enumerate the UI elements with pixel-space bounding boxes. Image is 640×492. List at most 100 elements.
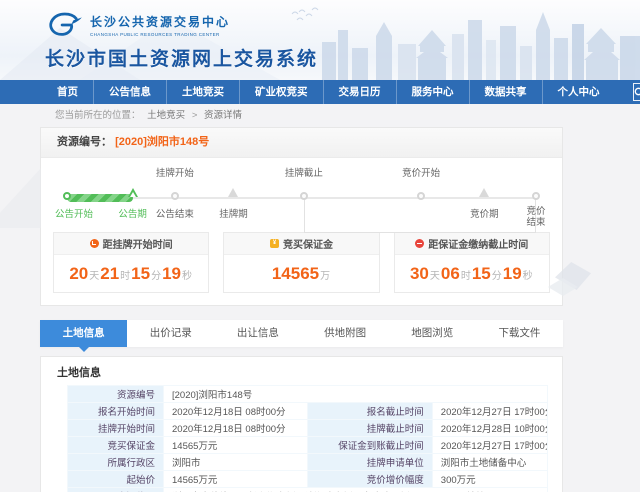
countdown-number: 15: [131, 264, 150, 284]
countdown-unit: 分: [151, 267, 161, 282]
nav-item-3[interactable]: 矿业权竞买: [239, 80, 323, 104]
center-name: 长沙公共资源交易中心: [90, 13, 230, 30]
resource-number-label: 资源编号：: [57, 136, 112, 148]
countdown-unit: 分: [492, 267, 502, 282]
breadcrumb-separator: >: [192, 110, 198, 121]
timeline-bracket: [304, 199, 536, 233]
tab-土地信息[interactable]: 土地信息: [40, 320, 127, 347]
clock-icon: [90, 239, 99, 248]
breadcrumb-section[interactable]: 土地竞买: [147, 110, 185, 121]
info-label-cell: 起始价: [68, 471, 164, 488]
info-value-cell: 300万元: [432, 471, 547, 488]
breadcrumb: 您当前所在的位置： 土地竞买 > 资源详情: [0, 104, 640, 127]
card-title-text: 竞买保证金: [283, 236, 333, 251]
countdown-number: 15: [472, 264, 491, 284]
countdown-number: 06: [441, 264, 460, 284]
timeline-bottom-label-3: 挂牌期: [219, 206, 248, 220]
info-label-cell: 竞买保证金: [68, 437, 164, 454]
circle-marker: [417, 192, 425, 200]
countdown-card-title-2: 距保证金缴纳截止时间: [395, 233, 549, 255]
countdown-card-title-1: ¥ 竞买保证金: [224, 233, 378, 255]
countdown-number: 14565: [272, 264, 319, 284]
table-row: 起始价14565万元竞价增价幅度300万元: [68, 471, 548, 488]
site-title: 长沙市国土资源网上交易系统: [45, 44, 318, 71]
resource-detail-panel: 资源编号： [2020]浏阳市148号 挂牌开始挂牌截止竞价开始公告开始公告期公…: [40, 127, 563, 306]
active-tab-notch: [79, 347, 89, 352]
nav-item-5[interactable]: 服务中心: [396, 80, 469, 104]
search-icon: [634, 87, 640, 98]
land-info-panel: 土地信息 资源编号[2020]浏阳市148号报名开始时间2020年12月18日 …: [40, 356, 563, 492]
land-info-heading: 土地信息: [41, 357, 562, 385]
countdown-number: 30: [410, 264, 429, 284]
info-label-cell: 挂牌开始时间: [68, 420, 164, 437]
timeline-top-label-1: 挂牌截止: [285, 165, 323, 179]
timeline-bottom-label-4: 竞价期: [470, 206, 499, 220]
countdown-unit: 时: [120, 267, 130, 282]
countdown-unit: 万: [320, 267, 330, 282]
info-label-cell: 所属行政区: [68, 454, 164, 471]
resource-number-value: [2020]浏阳市148号: [115, 136, 209, 148]
timeline-bottom-label-0: 公告开始: [55, 206, 93, 220]
nav-item-2[interactable]: 土地竞买: [166, 80, 239, 104]
breadcrumb-prefix: 您当前所在的位置：: [55, 110, 141, 121]
auction-timeline: 挂牌开始挂牌截止竞价开始公告开始公告期公告结束挂牌期竞价期竞价结束: [67, 158, 536, 230]
table-row: 报名开始时间2020年12月18日 08时00分报名截止时间2020年12月27…: [68, 403, 548, 420]
info-value-cell: 浏阳市土地储备中心: [432, 454, 547, 471]
center-name-en: CHANGSHA PUBLIC RESOURCES TRADING CENTER: [90, 32, 230, 37]
timeline-top-label-2: 竞价开始: [402, 165, 440, 179]
info-value-cell: 2020年12月27日 17时00分: [432, 403, 547, 420]
timeline-bottom-label-5: 竞价结束: [524, 206, 548, 228]
info-value-cell: 14565万元: [164, 471, 308, 488]
info-value-cell: 2020年12月28日 10时00分: [432, 420, 547, 437]
info-value-cell: 2020年12月18日 08时00分: [164, 420, 308, 437]
table-row: 竞买保证金14565万元保证金到账截止时间2020年12月27日 17时00分: [68, 437, 548, 454]
countdown-card-value-1: 14565万: [224, 255, 378, 292]
countdown-card-value-2: 30天06时15分19秒: [395, 255, 549, 292]
triangle-marker: [128, 188, 138, 197]
tab-出让信息[interactable]: 出让信息: [214, 320, 301, 347]
nav-item-1[interactable]: 公告信息: [93, 80, 166, 104]
info-value-cell: 14565万元: [164, 437, 308, 454]
nav-item-6[interactable]: 数据共享: [469, 80, 542, 104]
countdown-card-title-0: 距挂牌开始时间: [54, 233, 208, 255]
triangle-marker: [228, 188, 238, 197]
nav-item-0[interactable]: 首页: [42, 80, 93, 104]
countdown-unit: 天: [89, 267, 99, 282]
countdown-cards-row: 距挂牌开始时间20天21时15分19秒¥竞买保证金14565万距保证金缴纳截止时…: [53, 232, 550, 293]
nav-item-4[interactable]: 交易日历: [323, 80, 396, 104]
info-label-cell: 挂牌截止时间: [308, 420, 433, 437]
timeline-bottom-label-1: 公告期: [118, 206, 147, 220]
coin-icon: ¥: [270, 239, 279, 248]
main-nav: 首页公告信息土地竞买矿业权竞买交易日历服务中心数据共享个人中心: [0, 80, 640, 104]
circle-marker: [63, 192, 71, 200]
timeline-progress-bar: [67, 194, 133, 202]
countdown-number: 19: [503, 264, 522, 284]
countdown-number: 19: [162, 264, 181, 284]
trading-center-logo-icon: [45, 11, 83, 39]
info-label-cell: 保证金到账截止时间: [308, 437, 433, 454]
info-label-cell: 报名截止时间: [308, 403, 433, 420]
info-label-cell: 资源编号: [68, 386, 164, 403]
countdown-number: 20: [69, 264, 88, 284]
countdown-card-value-0: 20天21时15分19秒: [54, 255, 208, 292]
info-value-cell: 浏阳市占佳片区、长兴湖东侧、滨湖路南侧、李畋路西侧 (CX-0309-03地块): [164, 488, 548, 492]
info-value-cell: 浏阳市: [164, 454, 308, 471]
countdown-unit: 时: [461, 267, 471, 282]
countdown-unit: 秒: [182, 267, 192, 282]
tab-出价记录[interactable]: 出价记录: [127, 320, 214, 347]
tab-下载文件[interactable]: 下载文件: [476, 320, 563, 347]
timeline-bottom-label-2: 公告结束: [156, 206, 194, 220]
land-info-table: 资源编号[2020]浏阳市148号报名开始时间2020年12月18日 08时00…: [67, 385, 548, 492]
tab-供地附图[interactable]: 供地附图: [302, 320, 389, 347]
mountain-watermark: [0, 168, 41, 228]
countdown-number: 21: [100, 264, 119, 284]
nav-item-7[interactable]: 个人中心: [542, 80, 615, 104]
tab-地图浏览[interactable]: 地图浏览: [389, 320, 476, 347]
page-header: 长沙公共资源交易中心 CHANGSHA PUBLIC RESOURCES TRA…: [0, 0, 640, 80]
table-row: 资源编号[2020]浏阳市148号: [68, 386, 548, 403]
info-value-cell: 2020年12月18日 08时00分: [164, 403, 308, 420]
search-button[interactable]: [633, 83, 640, 101]
table-row: 资源位置浏阳市占佳片区、长兴湖东侧、滨湖路南侧、李畋路西侧 (CX-0309-0…: [68, 488, 548, 492]
land-info-tbody: 资源编号[2020]浏阳市148号报名开始时间2020年12月18日 08时00…: [68, 386, 548, 492]
info-label-cell: 资源位置: [68, 488, 164, 492]
